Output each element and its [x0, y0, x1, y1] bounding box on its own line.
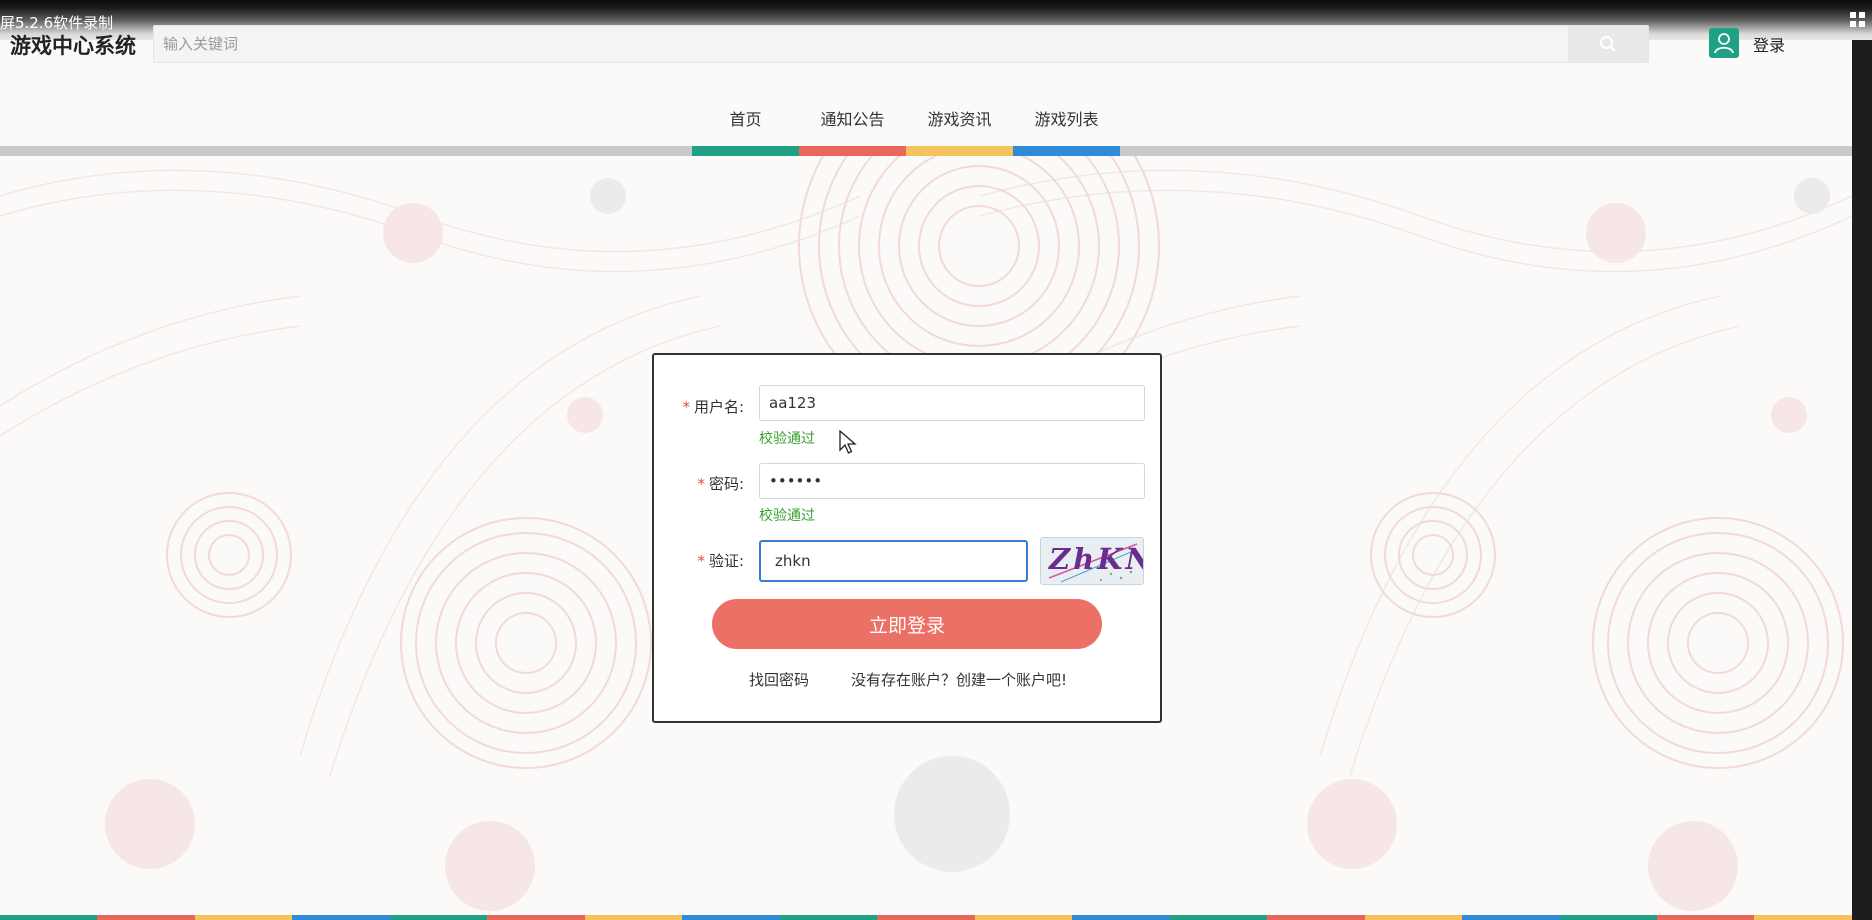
password-validation: 校验通过: [759, 508, 815, 524]
username-validation: 校验通过: [759, 431, 815, 447]
username-field[interactable]: [759, 385, 1145, 421]
nav-underline-game-news: [906, 146, 1013, 156]
search-icon: [1600, 36, 1616, 52]
login-submit-button[interactable]: 立即登录: [712, 599, 1102, 649]
password-field[interactable]: [759, 463, 1145, 499]
nav-underline-notices: [799, 146, 906, 156]
password-label: * 密码:: [697, 475, 744, 493]
mouse-cursor-icon: [839, 430, 857, 454]
footer-stripe-segment: [1267, 915, 1365, 920]
footer-stripe-segment: [194, 915, 293, 920]
footer-stripe-segment: [877, 915, 975, 920]
footer-stripe-segment: [1754, 915, 1852, 920]
footer-stripe-segment: [487, 915, 585, 920]
search-input[interactable]: [154, 26, 1568, 62]
footer-stripe-segment: [97, 915, 195, 920]
footer-stripe-segment: [974, 915, 1073, 920]
captcha-text: ZhKN: [1049, 542, 1143, 576]
recorder-grip-icon[interactable]: [1850, 12, 1866, 28]
footer-stripe-segment: [292, 915, 390, 920]
footer-stripe-segment: [584, 915, 683, 920]
search-button[interactable]: [1568, 26, 1648, 62]
recorder-watermark: 屏5.2.6软件录制: [0, 14, 114, 32]
footer-stripe-segment: [682, 915, 780, 920]
window-edge: [1852, 40, 1872, 920]
nav-underline-home: [692, 146, 799, 156]
captcha-label: * 验证:: [697, 552, 744, 570]
site-title: 游戏中心系统: [10, 34, 136, 58]
footer-stripe: [0, 915, 1852, 920]
footer-stripe-segment: [779, 915, 878, 920]
footer-stripe-segment: [1364, 915, 1463, 920]
footer-stripe-segment: [1072, 915, 1170, 920]
footer-stripe-segment: [389, 915, 488, 920]
captcha-image[interactable]: ZhKN: [1040, 537, 1144, 585]
footer-stripe-segment: [1169, 915, 1268, 920]
nav-underline-game-list: [1013, 146, 1120, 156]
header-login-link[interactable]: 登录: [1753, 32, 1785, 56]
site-header: 游戏中心系统 登录: [0, 0, 1852, 92]
register-link[interactable]: 没有存在账户？创建一个账户吧!: [851, 669, 1067, 690]
login-form: *用户名: 校验通过 *密码: 校验通过 *验证: ZhKN 立即登录 找回密码…: [652, 353, 1162, 723]
footer-stripe-segment: [1462, 915, 1560, 920]
user-icon[interactable]: [1709, 28, 1739, 58]
footer-stripe-segment: [0, 915, 98, 920]
captcha-field[interactable]: [759, 540, 1028, 582]
footer-stripe-segment: [1656, 915, 1755, 920]
username-label: * 用户名:: [682, 398, 744, 416]
search-bar: [153, 25, 1649, 63]
footer-stripe-segment: [1559, 915, 1657, 920]
forgot-password-link[interactable]: 找回密码: [749, 669, 809, 690]
